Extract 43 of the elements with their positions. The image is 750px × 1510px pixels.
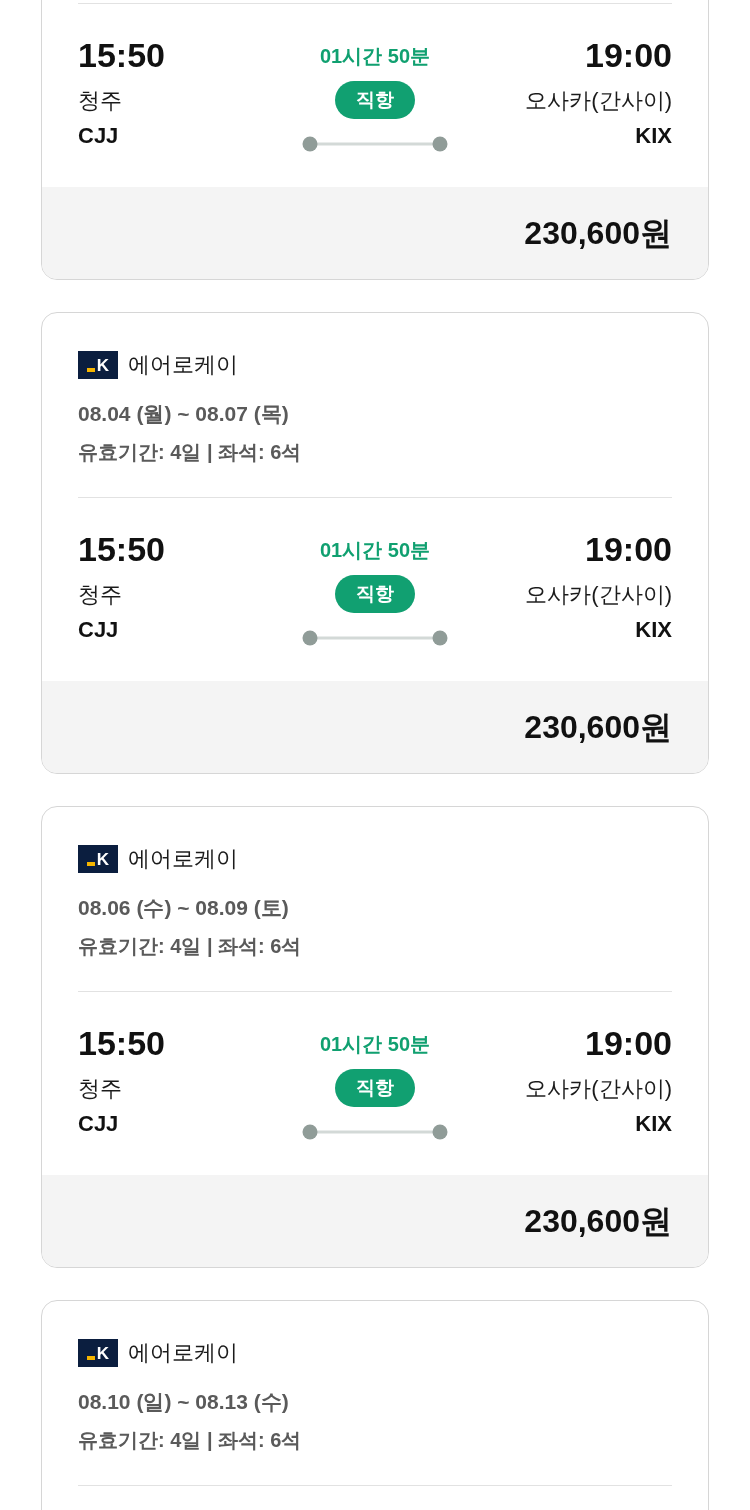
- price: 230,600원: [524, 1202, 672, 1241]
- airline-name: 에어로케이: [128, 845, 238, 873]
- arrival-code: KIX: [635, 122, 672, 150]
- price: 230,600원: [524, 708, 672, 747]
- flight-card[interactable]: 15:50 청주 CJJ 01시간 50분 직항 19:00 오사카(간사이) KIX 230,600원: [41, 0, 709, 280]
- arrival-code: KIX: [635, 616, 672, 644]
- airline-name: 에어로케이: [128, 351, 238, 379]
- arrival-time: 19:00: [585, 529, 672, 569]
- flight-card[interactable]: K 에어로케이 08.10 (일) ~ 08.13 (수) 유효기간: 4일 | 좌석: 6석: [41, 1300, 709, 1510]
- direct-flight-badge: 직항: [335, 81, 415, 119]
- departure-city: 청주: [78, 1075, 122, 1103]
- flight-duration: 01시간 50분: [319, 1032, 431, 1057]
- flight-duration: 01시간 50분: [319, 538, 431, 563]
- flight-card[interactable]: K 에어로케이 08.04 (월) ~ 08.07 (목) 유효기간: 4일 | 좌석: 6석 15:50 청주 CJJ 01시간 50분 직항 19:00 오사카(간사이) KIX 230,600원: [41, 312, 709, 774]
- departure-time: 15:50: [78, 1023, 165, 1063]
- departure-time: 15:50: [78, 529, 165, 569]
- validity-seats: 유효기간: 4일 | 좌석: 6석: [78, 1425, 672, 1455]
- flight-duration: 01시간 50분: [319, 44, 431, 69]
- arrival-code: KIX: [635, 1110, 672, 1138]
- arrival-city: 오사카(간사이): [525, 87, 672, 115]
- airline-logo: K: [78, 845, 118, 873]
- arrival-city: 오사카(간사이): [525, 581, 672, 609]
- travel-dates: 08.10 (일) ~ 08.13 (수): [78, 1389, 290, 1415]
- departure-time: 15:50: [78, 35, 165, 75]
- validity-seats: 유효기간: 4일 | 좌석: 6석: [78, 931, 672, 961]
- airline-logo: K: [78, 351, 118, 379]
- price: 230,600원: [524, 214, 672, 253]
- travel-dates: 08.06 (수) ~ 08.09 (토): [78, 895, 290, 921]
- arrival-city: 오사카(간사이): [525, 1075, 672, 1103]
- arrival-time: 19:00: [585, 1023, 672, 1063]
- direct-flight-badge: 직항: [335, 575, 415, 613]
- departure-code: CJJ: [78, 122, 119, 150]
- travel-dates: 08.04 (월) ~ 08.07 (목): [78, 401, 290, 427]
- departure-code: CJJ: [78, 616, 119, 644]
- direct-flight-badge: 직항: [335, 1069, 415, 1107]
- departure-code: CJJ: [78, 1110, 119, 1138]
- flight-card[interactable]: K 에어로케이 08.06 (수) ~ 08.09 (토) 유효기간: 4일 | 좌석: 6석 15:50 청주 CJJ 01시간 50분 직항 19:00 오사카(간사이) KIX 230,600원: [41, 806, 709, 1268]
- airline-logo: K: [78, 1339, 118, 1367]
- arrival-time: 19:00: [585, 35, 672, 75]
- validity-seats: 유효기간: 4일 | 좌석: 6석: [78, 437, 672, 467]
- departure-city: 청주: [78, 581, 122, 609]
- airline-name: 에어로케이: [128, 1339, 238, 1367]
- departure-city: 청주: [78, 87, 122, 115]
